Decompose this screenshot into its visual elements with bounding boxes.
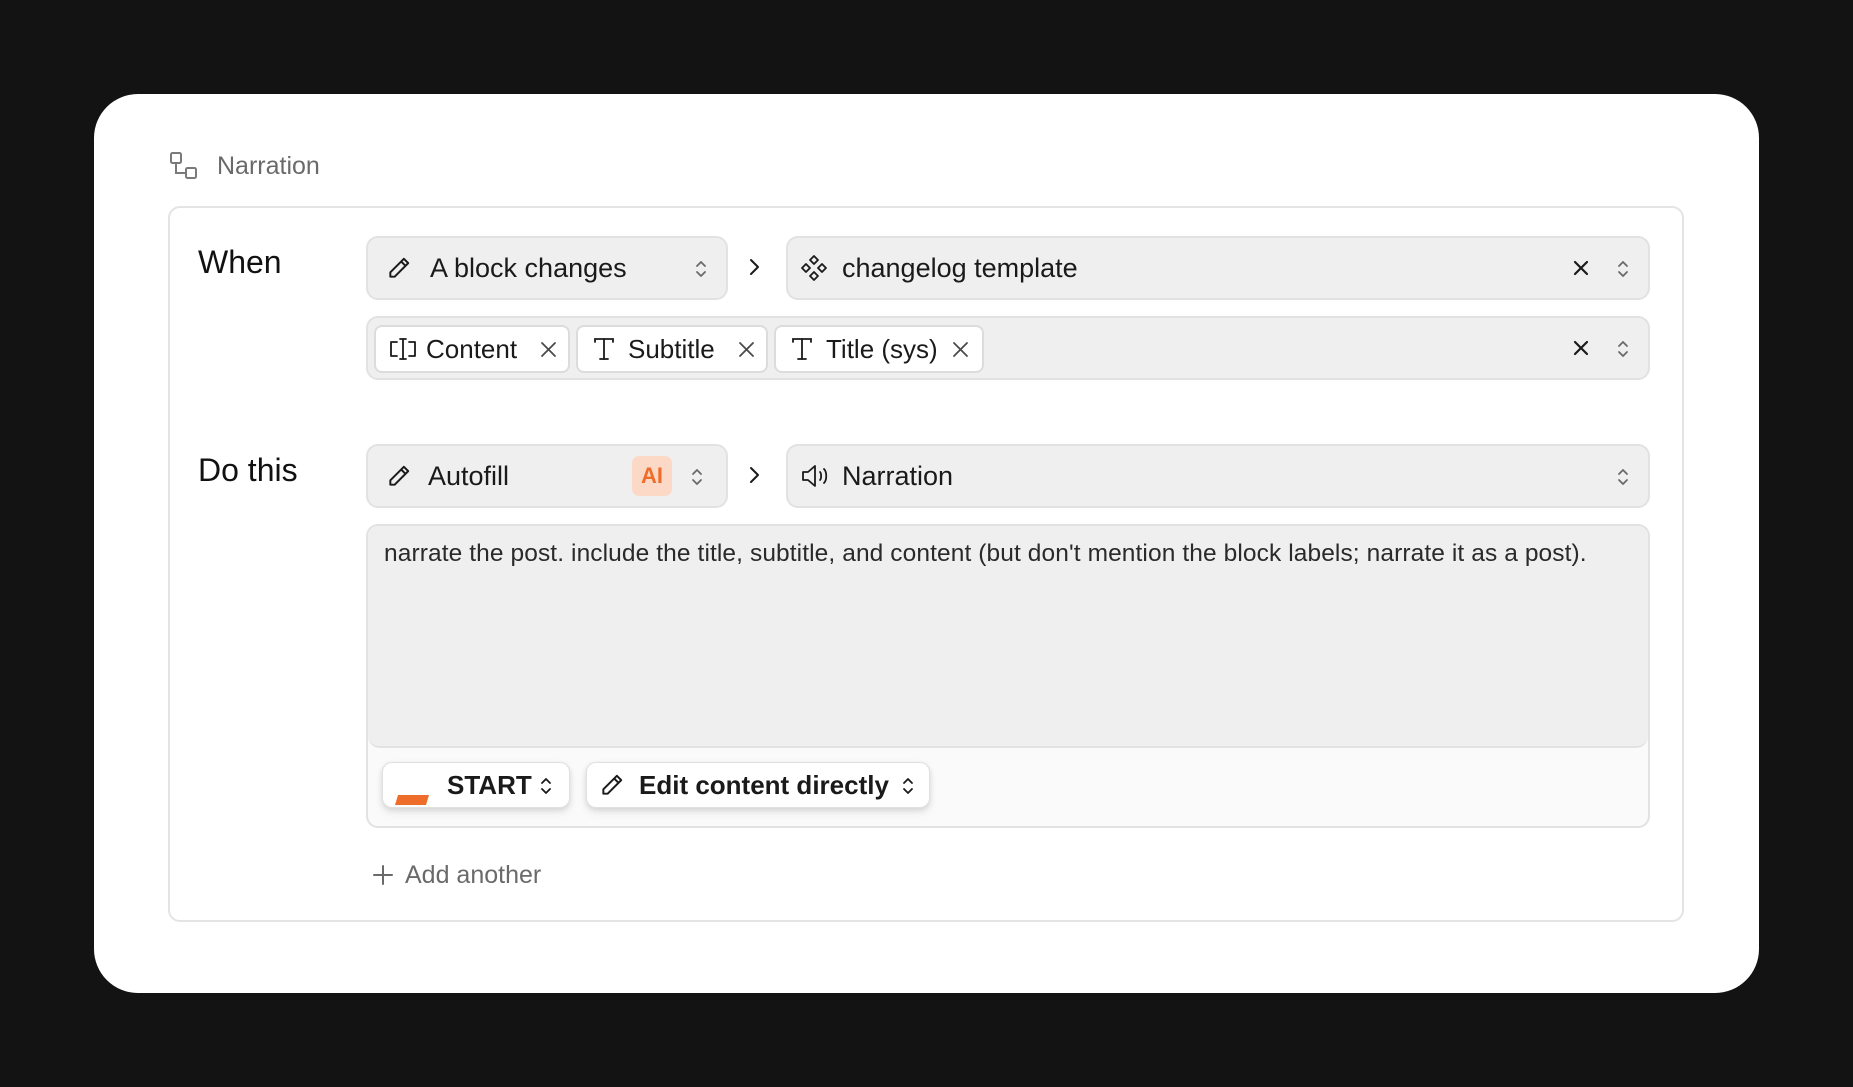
- model-value: START: [447, 769, 532, 800]
- type-icon: [790, 336, 814, 362]
- remove-chip-icon[interactable]: [540, 341, 557, 358]
- action-value: Autofill: [428, 460, 510, 491]
- action-select[interactable]: Autofill AI: [366, 444, 728, 508]
- chevron-updown-icon: [1614, 256, 1632, 282]
- when-label: When: [198, 244, 282, 280]
- pencil-icon: [386, 255, 412, 281]
- speaker-icon: [800, 462, 832, 490]
- model-color-swatch: [395, 781, 429, 805]
- prompt-editor: narrate the post. include the title, sub…: [366, 524, 1650, 828]
- chevron-updown-icon: [688, 464, 706, 490]
- do-this-label: Do this: [198, 452, 298, 488]
- add-another-button[interactable]: Add another: [371, 858, 541, 892]
- output-field-value: Narration: [842, 460, 954, 491]
- model-select[interactable]: START: [382, 762, 570, 808]
- ai-badge: AI: [632, 456, 672, 496]
- clear-template-button[interactable]: [1570, 257, 1592, 279]
- automation-card: Narration When A block changes changelog…: [94, 94, 1759, 993]
- chevron-right-icon: [744, 254, 764, 280]
- trigger-value: A block changes: [430, 252, 627, 283]
- chevron-updown-icon: [1614, 464, 1632, 490]
- pencil-icon: [386, 463, 412, 489]
- chevron-right-icon: [744, 462, 764, 488]
- remove-chip-icon[interactable]: [952, 341, 969, 358]
- chevron-updown-icon: [899, 773, 917, 799]
- card-header: Narration: [169, 146, 320, 186]
- template-value: changelog template: [842, 252, 1078, 283]
- remove-chip-icon[interactable]: [738, 341, 755, 358]
- pencil-icon: [599, 772, 625, 798]
- field-chip-label: Content: [426, 333, 518, 364]
- field-chip-title-sys[interactable]: Title (sys): [774, 325, 984, 373]
- field-chip-content[interactable]: Content: [374, 325, 570, 373]
- field-chip-label: Subtitle: [628, 333, 715, 364]
- field-chip-label: Title (sys): [826, 333, 938, 364]
- chevron-updown-icon: [692, 256, 710, 282]
- text-cursor-box-icon: [388, 335, 418, 363]
- template-select[interactable]: changelog template: [786, 236, 1650, 300]
- add-another-label: Add another: [405, 860, 542, 889]
- field-chip-subtitle[interactable]: Subtitle: [576, 325, 768, 373]
- prompt-textarea[interactable]: narrate the post. include the title, sub…: [368, 526, 1648, 748]
- mode-value: Edit content directly: [639, 769, 889, 800]
- trigger-select[interactable]: A block changes: [366, 236, 728, 300]
- clear-fields-button[interactable]: [1570, 337, 1592, 359]
- automation-rule-panel: When A block changes changelog template: [168, 206, 1684, 922]
- page-title: Narration: [217, 151, 320, 180]
- workflow-icon: [169, 151, 199, 181]
- chevron-updown-icon: [1614, 336, 1632, 362]
- mode-select[interactable]: Edit content directly: [586, 762, 930, 808]
- fields-multiselect[interactable]: Content Subtitle Title (sys): [366, 316, 1650, 380]
- component-icon: [800, 254, 828, 282]
- plus-icon: [371, 863, 395, 887]
- output-field-select[interactable]: Narration: [786, 444, 1650, 508]
- type-icon: [592, 336, 616, 362]
- chevron-updown-icon: [537, 773, 555, 799]
